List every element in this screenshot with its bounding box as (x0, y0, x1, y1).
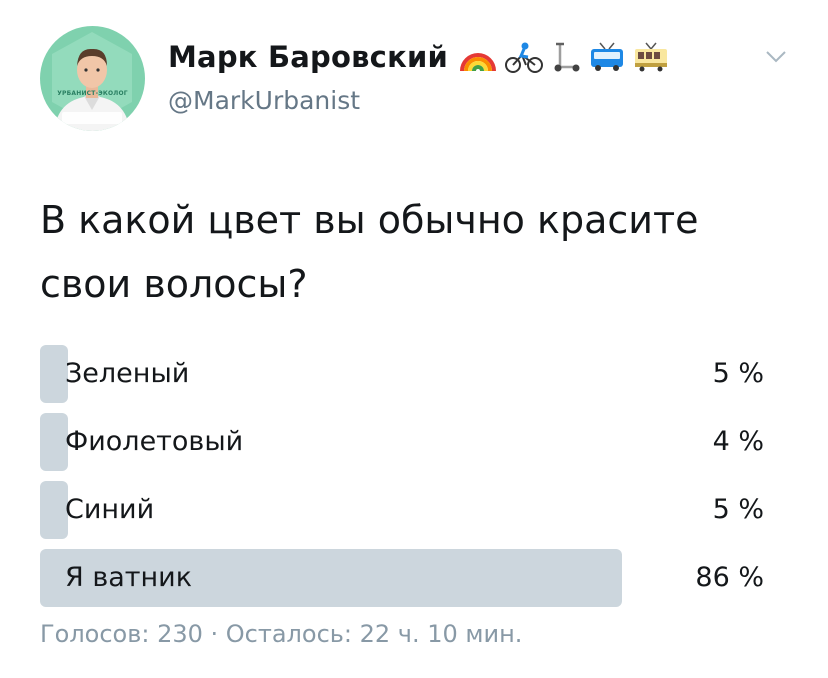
poll-option: Я ватник 86 % (40, 549, 768, 607)
poll-option-percent: 5 % (712, 494, 764, 525)
display-name[interactable]: Марк Баровский (168, 40, 448, 74)
display-name-row[interactable]: Марк Баровский (168, 40, 670, 74)
user-handle[interactable]: @MarkUrbanist (168, 86, 360, 115)
tweet-text: В какой цвет вы обычно красите свои воло… (40, 198, 699, 306)
poll-option-label: Зеленый (65, 358, 190, 389)
avatar[interactable]: УРБАНИСТ-ЭКОЛОГ (40, 26, 145, 131)
poll-option-bar (40, 413, 68, 471)
rainbow-icon (460, 53, 496, 72)
poll-option-bar (40, 345, 68, 403)
tram-icon (635, 42, 667, 72)
poll-meta: Голосов: 230 · Осталось: 22 ч. 10 мин. (40, 620, 523, 648)
poll-option: Фиолетовый 4 % (40, 413, 768, 471)
poll-option-percent: 4 % (712, 426, 764, 457)
chevron-down-icon[interactable] (765, 50, 787, 64)
poll-option: Синий 5 % (40, 481, 768, 539)
poll: Зеленый 5 % Фиолетовый 4 % Синий 5 % Я ватник 8… (40, 345, 768, 617)
scooter-icon (554, 42, 580, 72)
avatar-badge-text: УРБАНИСТ-ЭКОЛОГ (57, 90, 128, 97)
cyclist-icon (505, 42, 543, 73)
poll-option-label: Я ватник (65, 562, 193, 593)
poll-option-label: Фиолетовый (65, 426, 244, 457)
poll-option-bar (40, 481, 68, 539)
trolleybus-icon (591, 42, 623, 71)
poll-option-percent: 86 % (695, 562, 764, 593)
poll-option-percent: 5 % (712, 358, 764, 389)
poll-option-label: Синий (65, 494, 155, 525)
name-emojis (458, 41, 670, 73)
avatar-image (40, 26, 145, 131)
poll-option: Зеленый 5 % (40, 345, 768, 403)
